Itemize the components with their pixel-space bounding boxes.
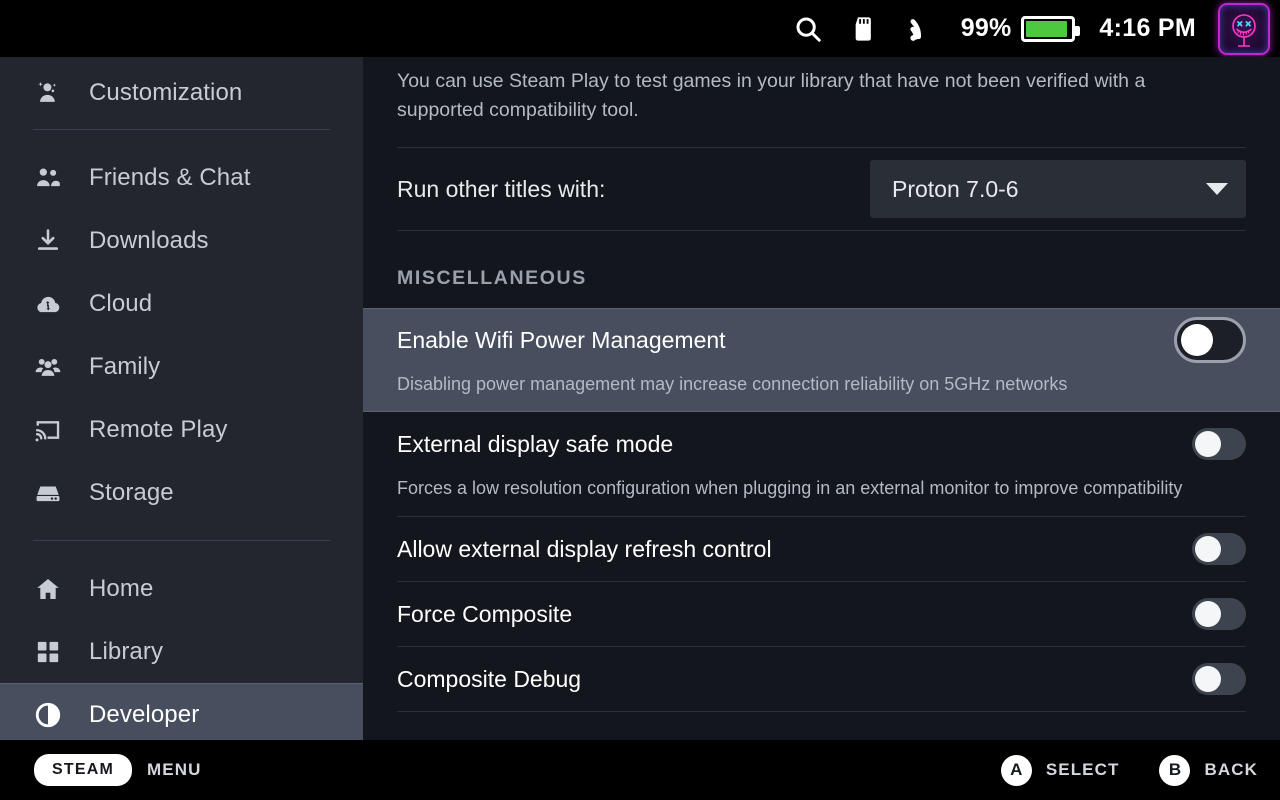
sidebar-item-label: Remote Play [89,416,228,444]
sidebar-item-label: Family [89,353,160,381]
setting-row-allow-external-display-refresh-control[interactable]: Allow external display refresh control [363,517,1280,581]
row-separator [397,711,1246,712]
setting-row-wifi-power-management[interactable]: Enable Wifi Power Management Disabling p… [363,308,1280,412]
a-button-icon: A [1001,755,1032,786]
sidebar-item-library[interactable]: Library [0,620,363,683]
setting-row-external-display-safe-mode[interactable]: External display safe mode Forces a low … [363,412,1280,516]
sidebar[interactable]: Customization Friends & Chat Downloads [0,57,363,740]
sidebar-item-label: Storage [89,479,174,507]
setting-toggle[interactable] [1192,663,1246,695]
setting-toggle[interactable] [1192,428,1246,460]
battery-indicator: 99% [951,14,1076,43]
hint-label: SELECT [1046,760,1120,780]
cloud-icon [33,289,63,319]
sidebar-item-remote-play[interactable]: Remote Play [0,398,363,461]
steam-button[interactable]: STEAM [34,754,132,786]
toggle-knob [1181,324,1213,356]
sidebar-item-downloads[interactable]: Downloads [0,209,363,272]
steam-play-intro-text: You can use Steam Play to test games in … [363,57,1243,125]
toggle-knob [1195,666,1221,692]
status-bar: 99% 4:16 PM [0,0,1280,57]
friends-chat-icon [33,163,63,193]
sidebar-item-label: Library [89,638,163,666]
library-icon [33,637,63,667]
b-button-icon: B [1159,755,1190,786]
family-icon [33,352,63,382]
footer-right-group: A SELECT B BACK [961,755,1258,786]
clock-label: 4:16 PM [1099,14,1196,43]
sidebar-divider-bottom [33,540,330,541]
toggle-knob [1195,536,1221,562]
sidebar-item-customization[interactable]: Customization [0,57,363,113]
setting-row-force-composite[interactable]: Force Composite [363,582,1280,646]
sidebar-item-cloud[interactable]: Cloud [0,272,363,335]
downloads-icon [33,226,63,256]
avatar[interactable] [1218,3,1270,55]
sd-card-icon[interactable] [851,15,879,43]
search-icon[interactable] [793,14,823,44]
hint-back[interactable]: B BACK [1159,755,1258,786]
setting-title: Allow external display refresh control [397,536,772,563]
run-other-titles-label: Run other titles with: [397,176,605,203]
settings-content-panel: You can use Steam Play to test games in … [363,57,1280,740]
proton-version-value: Proton 7.0-6 [892,176,1019,203]
hint-select[interactable]: A SELECT [1001,755,1120,786]
setting-title: External display safe mode [397,431,673,458]
sidebar-item-label: Customization [89,79,242,107]
sidebar-item-label: Home [89,575,153,603]
customization-icon [33,77,63,107]
setting-title: Enable Wifi Power Management [397,327,726,354]
sidebar-item-home[interactable]: Home [0,557,363,620]
sidebar-item-friends-chat[interactable]: Friends & Chat [0,146,363,209]
setting-title: Force Composite [397,601,572,628]
steam-deck-settings-screen: 99% 4:16 PM [0,0,1280,800]
battery-fill [1026,21,1066,37]
home-icon [33,574,63,604]
sidebar-divider-top [33,129,330,130]
battery-percent-label: 99% [961,14,1012,43]
setting-title: Composite Debug [397,666,581,693]
sidebar-item-label: Friends & Chat [89,164,250,192]
setting-toggle[interactable] [1174,317,1246,363]
chevron-down-icon [1206,183,1228,195]
proton-version-dropdown[interactable]: Proton 7.0-6 [870,160,1246,218]
setting-toggle[interactable] [1192,533,1246,565]
miscellaneous-section-header: MISCELLANEOUS [363,231,1280,290]
hint-label: BACK [1204,760,1258,780]
sidebar-item-label: Cloud [89,290,152,318]
remote-play-icon [33,415,63,445]
sidebar-item-label: Downloads [89,227,209,255]
toggle-knob [1195,601,1221,627]
sidebar-item-storage[interactable]: Storage [0,461,363,524]
setting-row-composite-debug[interactable]: Composite Debug [363,647,1280,711]
footer-bar: STEAM MENU A SELECT B BACK [0,740,1280,800]
sidebar-item-family[interactable]: Family [0,335,363,398]
battery-icon [1021,16,1075,42]
footer-left-group: STEAM MENU [34,754,201,786]
setting-description: Forces a low resolution configuration wh… [397,476,1246,516]
menu-label: MENU [147,760,201,780]
wifi-icon[interactable] [907,14,937,44]
developer-icon [33,700,63,730]
sidebar-item-label: Developer [89,701,199,729]
setting-toggle[interactable] [1192,598,1246,630]
toggle-knob [1195,431,1221,457]
setting-description: Disabling power management may increase … [397,372,1246,412]
sidebar-item-developer[interactable]: Developer [0,683,363,740]
run-other-titles-row[interactable]: Run other titles with: Proton 7.0-6 [363,148,1280,230]
storage-icon [33,478,63,508]
